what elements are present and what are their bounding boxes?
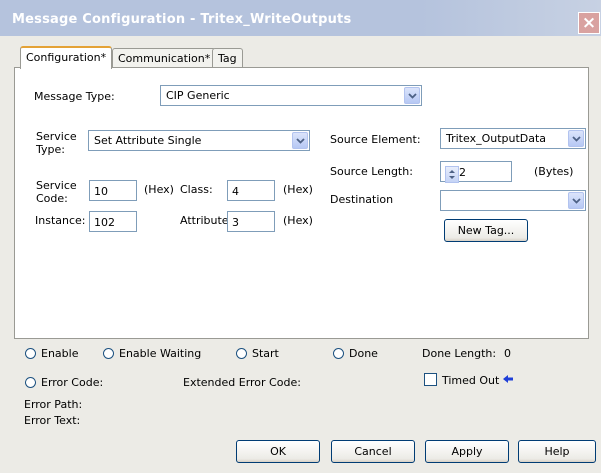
service-type-value: Set Attribute Single	[94, 134, 202, 147]
error-path-label: Error Path:	[24, 398, 83, 411]
instance-label: Instance:	[35, 214, 86, 227]
close-button[interactable]: ×	[578, 12, 600, 34]
timed-out-label: Timed Out	[442, 374, 500, 387]
source-length-input[interactable]: 202	[440, 161, 512, 183]
cancel-button[interactable]: Cancel	[331, 440, 415, 463]
service-code-value: 10	[94, 185, 108, 198]
class-value: 4	[232, 185, 239, 198]
instance-input[interactable]: 102	[89, 211, 137, 232]
tab-configuration[interactable]: Configuration*	[20, 46, 113, 69]
apply-button[interactable]: Apply	[425, 440, 509, 463]
service-type-select[interactable]: Set Attribute Single	[88, 130, 310, 151]
chevron-down-icon[interactable]	[568, 130, 584, 147]
source-element-select[interactable]: Tritex_OutputData	[440, 128, 586, 149]
class-hex-label: (Hex)	[283, 183, 313, 196]
enable-waiting-label: Enable Waiting	[119, 347, 202, 360]
title-bar[interactable]: Message Configuration - Tritex_WriteOutp…	[0, 0, 601, 36]
start-label: Start	[252, 347, 279, 360]
service-code-label-line1: Service	[36, 179, 77, 192]
done-length-label: Done Length:	[422, 347, 497, 360]
chevron-down-icon[interactable]	[404, 87, 420, 104]
error-text-label: Error Text:	[24, 414, 81, 427]
done-length-value: 0	[504, 347, 511, 360]
enable-waiting-radio-icon	[103, 348, 114, 359]
message-type-value: CIP Generic	[166, 89, 230, 102]
source-element-value: Tritex_OutputData	[446, 132, 547, 145]
source-element-label: Source Element:	[330, 133, 421, 146]
service-type-label-line2: Type:	[36, 143, 65, 156]
tab-configuration-label: Configuration*	[26, 51, 107, 64]
tab-tag[interactable]: Tag	[212, 48, 243, 69]
enable-radio-icon	[25, 348, 36, 359]
message-type-label: Message Type:	[34, 90, 115, 103]
done-radio-icon	[333, 348, 344, 359]
help-button[interactable]: Help	[518, 440, 596, 463]
bytes-label: (Bytes)	[534, 165, 574, 178]
tab-tag-label: Tag	[218, 52, 237, 65]
class-label: Class:	[180, 183, 213, 196]
message-type-select[interactable]: CIP Generic	[160, 85, 422, 106]
tab-communication-label: Communication*	[118, 52, 211, 65]
error-code-radio-icon	[25, 377, 36, 388]
start-radio-icon	[236, 348, 247, 359]
new-tag-button[interactable]: New Tag...	[444, 219, 528, 242]
ok-button[interactable]: OK	[236, 440, 320, 463]
instance-value: 102	[94, 216, 115, 229]
attribute-input[interactable]: 3	[227, 211, 275, 232]
attribute-hex-label: (Hex)	[283, 214, 313, 227]
destination-select[interactable]	[440, 190, 586, 211]
arrow-left-icon	[503, 375, 513, 383]
chevron-down-icon[interactable]	[292, 132, 308, 149]
destination-label: Destination	[330, 193, 394, 206]
service-code-hex-label: (Hex)	[144, 183, 174, 196]
enable-label: Enable	[41, 347, 79, 360]
tab-communication[interactable]: Communication*	[112, 48, 217, 69]
service-code-input[interactable]: 10	[89, 180, 137, 201]
attribute-label: Attribute:	[180, 214, 233, 227]
class-input[interactable]: 4	[227, 180, 275, 201]
window-title: Message Configuration - Tritex_WriteOutp…	[12, 12, 352, 27]
extended-error-code-label: Extended Error Code:	[183, 376, 301, 389]
source-length-label: Source Length:	[330, 165, 413, 178]
attribute-value: 3	[232, 216, 239, 229]
error-code-label: Error Code:	[41, 376, 104, 389]
service-type-label-line1: Service	[36, 130, 77, 143]
chevron-down-icon[interactable]	[568, 192, 584, 209]
spinner-icon[interactable]	[445, 166, 459, 183]
done-label: Done	[349, 347, 378, 360]
service-code-label-line2: Code:	[36, 192, 68, 205]
timed-out-checkbox	[424, 373, 437, 386]
